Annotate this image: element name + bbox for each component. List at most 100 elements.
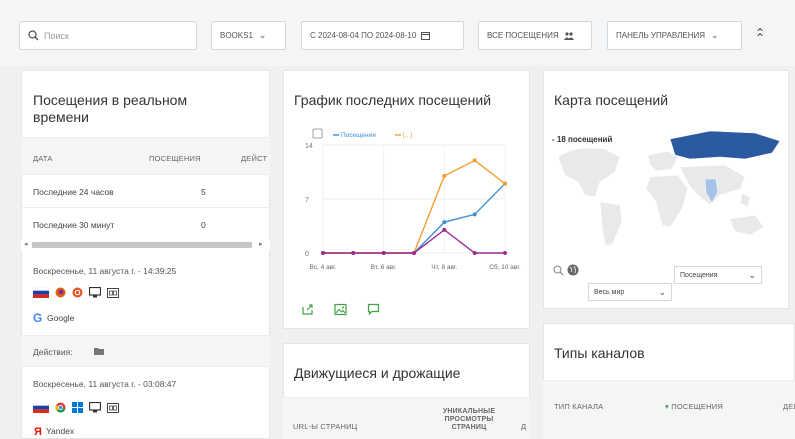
data-point[interactable]	[412, 251, 416, 255]
y-tick-label: 14	[305, 143, 313, 150]
actions-label: Действия:	[33, 347, 73, 357]
region-select[interactable]: Весь мир ⌄	[588, 283, 672, 301]
data-point[interactable]	[472, 251, 477, 255]
europe[interactable]	[647, 150, 679, 172]
image-icon[interactable]	[334, 303, 347, 316]
legend-entry[interactable]: [...]	[403, 132, 412, 139]
north-america[interactable]	[557, 147, 621, 198]
visitor-icons	[33, 402, 119, 413]
segment-selector[interactable]: ВСЕ ПОСЕЩЕНИЯ	[478, 21, 592, 50]
data-point[interactable]	[381, 251, 386, 255]
users-icon	[563, 31, 574, 40]
realtime-card-title: Посещения в реальном времени	[33, 92, 188, 125]
southeast-asia[interactable]	[739, 192, 751, 208]
australia[interactable]	[729, 214, 765, 236]
data-point[interactable]	[503, 251, 507, 255]
scroll-right-arrow-icon[interactable]: ▸	[259, 240, 263, 248]
legend-entry[interactable]: Посещения	[341, 132, 376, 139]
svg-text:Я: Я	[34, 426, 42, 436]
resolution-icon	[107, 402, 119, 413]
map-card-title: Карта посещений	[554, 92, 669, 108]
zoom-out-icon[interactable]	[553, 265, 564, 276]
row-value: 5	[201, 187, 206, 197]
chrome-icon	[55, 402, 66, 413]
data-point[interactable]	[351, 251, 356, 255]
firefox-icon	[55, 287, 66, 298]
site-selector[interactable]: BOOKS1 ⌄	[211, 21, 286, 50]
series-picker-icon[interactable]	[312, 128, 323, 139]
site-selector-label: BOOKS1	[220, 31, 253, 40]
collapse-toolbar-icon[interactable]: ⌃ ⌃	[755, 26, 765, 54]
evolution-card-title: График последних посещений	[294, 92, 492, 108]
yandex-icon: Я	[34, 426, 42, 436]
table-row: Последние 30 минут 0	[21, 208, 270, 241]
column-header-channel-type: ТИП КАНАЛА	[554, 402, 604, 411]
chevron-down-icon: ⌄	[258, 30, 267, 40]
column-header-visits-label: ПОСЕЩЕНИЯ	[671, 402, 723, 411]
folder-icon[interactable]	[94, 347, 104, 355]
visit-datetime: Воскресенье, 11 августа г. - 14:39:25	[33, 266, 177, 276]
google-icon: G	[33, 312, 42, 323]
horizontal-scrollbar[interactable]: ◂ ▸	[21, 240, 270, 250]
metric-select-value: Посещения	[680, 271, 718, 279]
realtime-table-header: ДАТА ПОСЕЩЕНИЯ ДЕЙСТ	[21, 137, 270, 175]
chevron-down-icon: ⌄	[711, 30, 719, 40]
series-line	[323, 159, 506, 254]
column-header-visits: ПОСЕЩЕНИЯ	[149, 154, 201, 163]
scrollbar-thumb[interactable]	[32, 242, 252, 248]
column-header-visits[interactable]: ▾ ПОСЕЩЕНИЯ	[665, 402, 723, 411]
segment-selector-label: ВСЕ ПОСЕЩЕНИЯ	[487, 31, 559, 40]
data-point[interactable]	[442, 173, 447, 178]
chevron-down-icon: ⌄	[748, 269, 756, 280]
referrer-source[interactable]: G Google	[33, 312, 74, 323]
annotation-icon[interactable]	[367, 303, 380, 316]
scroll-left-arrow-icon[interactable]: ◂	[24, 240, 28, 248]
os-icon	[72, 287, 83, 298]
search-input[interactable]: Поиск	[19, 21, 197, 50]
movers-table-header: URL-Ы СТРАНИЦ УНИКАЛЬНЫЕ ПРОСМОТРЫ СТРАН…	[283, 397, 530, 439]
south-america[interactable]	[599, 201, 623, 246]
column-header-d: Д	[521, 422, 527, 431]
period-selector[interactable]: С 2024-08-04 ПО 2024-08-10	[301, 21, 464, 50]
desktop-icon	[89, 402, 101, 413]
desktop-icon	[89, 287, 101, 298]
top-controls-bar: Поиск BOOKS1 ⌄ С 2024-08-04 ПО 2024-08-1…	[0, 0, 795, 66]
series-line	[323, 183, 506, 254]
world-map[interactable]	[550, 127, 785, 257]
visit-datetime: Воскресенье, 11 августа г. - 03:08:47	[33, 379, 177, 389]
dashboard-selector[interactable]: ПАНЕЛЬ УПРАВЛЕНИЯ ⌄	[607, 21, 742, 50]
resolution-icon	[107, 287, 119, 298]
export-icon[interactable]	[301, 303, 314, 316]
data-point[interactable]	[472, 158, 477, 163]
dashboard-selector-label: ПАНЕЛЬ УПРАВЛЕНИЯ	[616, 31, 706, 40]
column-header-page-urls: URL-Ы СТРАНИЦ	[293, 422, 358, 431]
table-row: Последние 24 часов 5	[21, 175, 270, 208]
channels-card-title: Типы каналов	[554, 345, 645, 361]
svg-text:G: G	[33, 312, 42, 323]
x-tick-label: Вт, 6 авг.	[371, 264, 397, 271]
x-tick-label: Чт, 8 авг.	[431, 264, 457, 271]
windows-icon	[72, 402, 83, 413]
region-select-value: Весь мир	[594, 288, 625, 296]
data-point[interactable]	[442, 227, 447, 232]
search-placeholder: Поиск	[44, 30, 69, 41]
referrer-source[interactable]: Я Yandex	[33, 425, 74, 437]
data-point[interactable]	[321, 251, 325, 255]
globe-icon[interactable]	[567, 264, 579, 276]
visits-line-chart: 0 7 14 Вс, 4 авг. Вт, 6 авг. Чт, 8 авг. Сб, 10…	[305, 128, 521, 271]
series-line	[323, 228, 505, 254]
data-point[interactable]	[442, 220, 447, 225]
y-tick-label: 0	[305, 251, 309, 258]
data-point[interactable]	[503, 181, 507, 186]
column-header-actions: ДЕЙСТ	[241, 154, 268, 163]
y-tick-label: 7	[305, 197, 309, 204]
column-header-unique-pageviews: УНИКАЛЬНЫЕ ПРОСМОТРЫ СТРАНИЦ	[442, 408, 496, 431]
russia-flag-icon	[33, 402, 49, 413]
row-label: Последние 24 часов	[33, 187, 114, 197]
chart-toolbar	[301, 303, 380, 316]
russia[interactable]	[669, 130, 781, 160]
data-point[interactable]	[472, 212, 477, 217]
metric-select[interactable]: Посещения ⌄	[674, 266, 762, 284]
row-value: 0	[201, 220, 206, 230]
africa[interactable]	[645, 174, 689, 228]
